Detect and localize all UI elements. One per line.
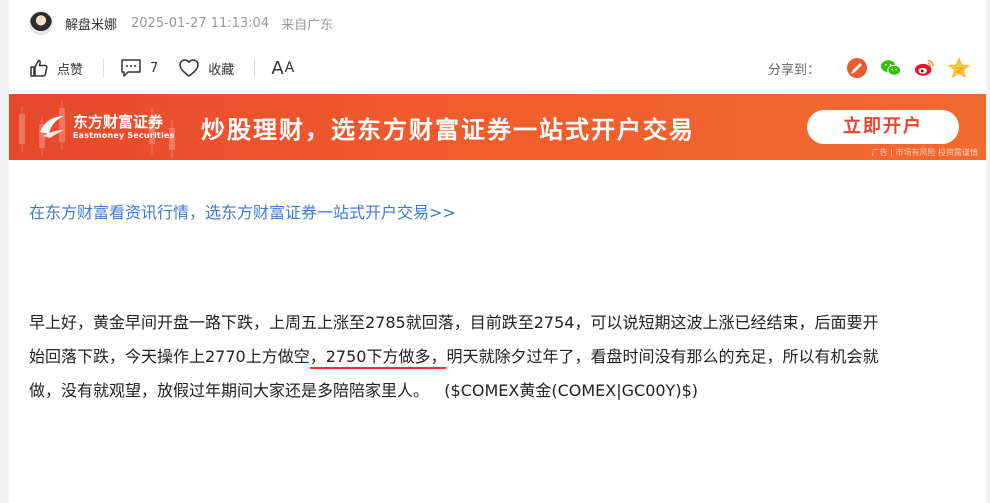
brand-logo: 东方财富证券 Eastmoney Securities [37, 110, 174, 144]
author-row: 解盘米娜 2025-01-27 11:13:04 来自广东 [29, 10, 333, 36]
like-button[interactable]: 点赞 [29, 58, 83, 78]
eastmoney-logo-icon [37, 110, 67, 144]
ad-banner[interactable]: 东方财富证券 Eastmoney Securities 炒股理财，选东方财富证券… [9, 94, 986, 160]
article-line: 始回落下跌，今天操作上2770上方做空，2750下方做多，明天就除夕过年了，看盘… [29, 340, 964, 374]
article-line: 早上好，黄金早间开盘一路下跌，上周五上涨至2785就回落，目前跌至2754，可以… [29, 313, 879, 332]
divider [103, 59, 105, 77]
heart-icon [178, 58, 200, 78]
comment-button[interactable]: 7 [120, 58, 158, 78]
article-body: 早上好，黄金早间开盘一路下跌，上周五上涨至2785就回落，目前跌至2754，可以… [29, 306, 964, 408]
share-group: 分享到： [768, 57, 970, 79]
stock-reference-link[interactable]: ($COMEX黄金(COMEX|GC00Y)$) [444, 381, 698, 400]
article-line: 做，没有就观望，放假过年期间大家还是多陪陪家里人。 ($COMEX黄金(COME… [29, 374, 964, 408]
toutiao-share-icon[interactable] [846, 57, 868, 79]
divider [254, 59, 256, 77]
font-size-small: A [284, 60, 296, 76]
avatar[interactable] [29, 11, 53, 35]
weibo-share-icon[interactable] [914, 57, 936, 79]
favorite-label: 收藏 [208, 62, 235, 78]
highlighted-text: ，2750下方做多， [309, 347, 447, 369]
open-account-button[interactable]: 立即开户 [807, 110, 959, 144]
article-text: 始回落下跌，今天操作上2770上方做空 [29, 347, 310, 366]
comment-icon [120, 58, 142, 78]
article-text: 明天就除夕过年了，看盘时间没有那么的充足，所以有机会就 [446, 347, 879, 366]
banner-slogan: 炒股理财，选东方财富证券一站式开户交易 [201, 116, 695, 144]
article-text: 做，没有就观望，放假过年期间大家还是多陪陪家里人。 [29, 381, 430, 400]
favorite-button[interactable]: 收藏 [178, 58, 234, 78]
action-bar: 点赞 7 收藏 AA 分享到： [29, 54, 970, 82]
article-card: 解盘米娜 2025-01-27 11:13:04 来自广东 点赞 7 收藏 AA [9, 0, 986, 503]
wechat-share-icon[interactable] [880, 57, 902, 79]
brand-name-cn: 东方财富证券 [73, 112, 164, 131]
comment-count: 7 [150, 60, 159, 76]
brand-name-en: Eastmoney Securities [73, 130, 175, 140]
font-size-button[interactable]: AA [271, 58, 295, 79]
thumbs-up-icon [29, 58, 49, 78]
promo-link[interactable]: 在东方财富看资讯行情，选东方财富证券一站式开户交易>> [29, 199, 456, 223]
qzone-share-icon[interactable] [948, 57, 970, 79]
font-size-large: A [271, 57, 285, 79]
ad-disclaimer: 广告 | 市场有风险 投资需谨慎 [871, 148, 978, 157]
share-label: 分享到： [767, 62, 820, 78]
post-time: 2025-01-27 11:13:04 [131, 15, 270, 31]
like-label: 点赞 [57, 62, 84, 78]
author-name[interactable]: 解盘米娜 [65, 14, 117, 33]
post-location: 来自广东 [281, 17, 334, 33]
